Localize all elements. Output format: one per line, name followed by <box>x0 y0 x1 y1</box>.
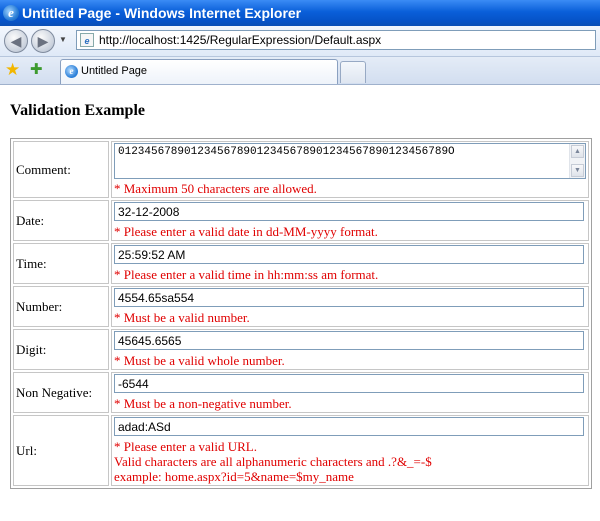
tab-label: Untitled Page <box>81 65 148 77</box>
scroll-down-icon[interactable]: ▼ <box>571 164 584 177</box>
url-label: Url: <box>13 415 109 486</box>
number-cell: * Must be a valid number. <box>111 286 589 327</box>
date-error: * Please enter a valid date in dd-MM-yyy… <box>114 224 378 239</box>
non-negative-row: Non Negative: * Must be a non-negative n… <box>13 372 589 413</box>
url-row: Url: * Please enter a valid URL. Valid c… <box>13 415 589 486</box>
back-button[interactable]: ◀ <box>4 29 28 53</box>
favorites-star-icon[interactable]: ★ <box>5 60 20 80</box>
page-heading: Validation Example <box>10 102 145 119</box>
number-error: * Must be a valid number. <box>114 310 250 325</box>
comment-scrollbar[interactable]: ▲ ▼ <box>569 144 585 178</box>
window-title-bar[interactable]: e Untitled Page - Windows Internet Explo… <box>0 0 600 26</box>
add-favorites-icon[interactable]: ✚ <box>30 60 43 80</box>
date-row: Date: * Please enter a valid date in dd-… <box>13 200 589 241</box>
scroll-up-icon[interactable]: ▲ <box>571 145 584 158</box>
address-bar[interactable]: e http://localhost:1425/RegularExpressio… <box>76 30 596 50</box>
comment-textarea-wrap: 0123456789012345678901234567890123456789… <box>114 143 586 179</box>
number-row: Number: * Must be a valid number. <box>13 286 589 327</box>
url-error: * Please enter a valid URL. <box>114 439 257 454</box>
validation-form: Comment: 0123456789012345678901234567890… <box>10 138 592 489</box>
page-content: Validation Example Comment: 012345678901… <box>0 85 600 521</box>
dropdown-arrow-icon[interactable]: ▼ <box>59 35 67 44</box>
address-toolbar: ◀ ▶ ▼ e http://localhost:1425/RegularExp… <box>0 26 600 57</box>
time-input[interactable] <box>114 245 584 264</box>
number-label: Number: <box>13 286 109 327</box>
url-cell: * Please enter a valid URL. Valid charac… <box>111 415 589 486</box>
forward-button[interactable]: ▶ <box>31 29 55 53</box>
non-negative-label: Non Negative: <box>13 372 109 413</box>
digit-cell: * Must be a valid whole number. <box>111 329 589 370</box>
tab-untitled-page[interactable]: e Untitled Page <box>60 59 338 84</box>
tab-bar: ★ ✚ e Untitled Page <box>0 57 600 85</box>
comment-textarea[interactable]: 0123456789012345678901234567890123456789… <box>114 143 586 179</box>
non-negative-cell: * Must be a non-negative number. <box>111 372 589 413</box>
time-label: Time: <box>13 243 109 284</box>
number-input[interactable] <box>114 288 584 307</box>
comment-cell: 0123456789012345678901234567890123456789… <box>111 141 589 198</box>
digit-error: * Must be a valid whole number. <box>114 353 285 368</box>
date-label: Date: <box>13 200 109 241</box>
comment-row: Comment: 0123456789012345678901234567890… <box>13 141 589 198</box>
tab-ie-icon: e <box>65 65 78 78</box>
date-input[interactable] <box>114 202 584 221</box>
digit-input[interactable] <box>114 331 584 350</box>
non-negative-input[interactable] <box>114 374 584 393</box>
forward-icon: ▶ <box>37 33 49 49</box>
window-title: Untitled Page - Windows Internet Explore… <box>22 5 302 21</box>
new-tab-button[interactable] <box>340 61 366 83</box>
digit-label: Digit: <box>13 329 109 370</box>
page-icon: e <box>80 33 94 47</box>
back-icon: ◀ <box>10 33 22 49</box>
address-url: http://localhost:1425/RegularExpression/… <box>99 33 382 47</box>
url-error-example: example: home.aspx?id=5&name=$my_name <box>114 469 354 484</box>
url-error-valid-chars: Valid characters are all alphanumeric ch… <box>114 454 432 469</box>
url-input[interactable] <box>114 417 584 436</box>
date-cell: * Please enter a valid date in dd-MM-yyy… <box>111 200 589 241</box>
time-cell: * Please enter a valid time in hh:mm:ss … <box>111 243 589 284</box>
digit-row: Digit: * Must be a valid whole number. <box>13 329 589 370</box>
time-row: Time: * Please enter a valid time in hh:… <box>13 243 589 284</box>
comment-label: Comment: <box>13 141 109 198</box>
non-negative-error: * Must be a non-negative number. <box>114 396 292 411</box>
ie-logo-icon: e <box>3 5 19 21</box>
time-error: * Please enter a valid time in hh:mm:ss … <box>114 267 379 282</box>
comment-error: * Maximum 50 characters are allowed. <box>114 181 317 196</box>
